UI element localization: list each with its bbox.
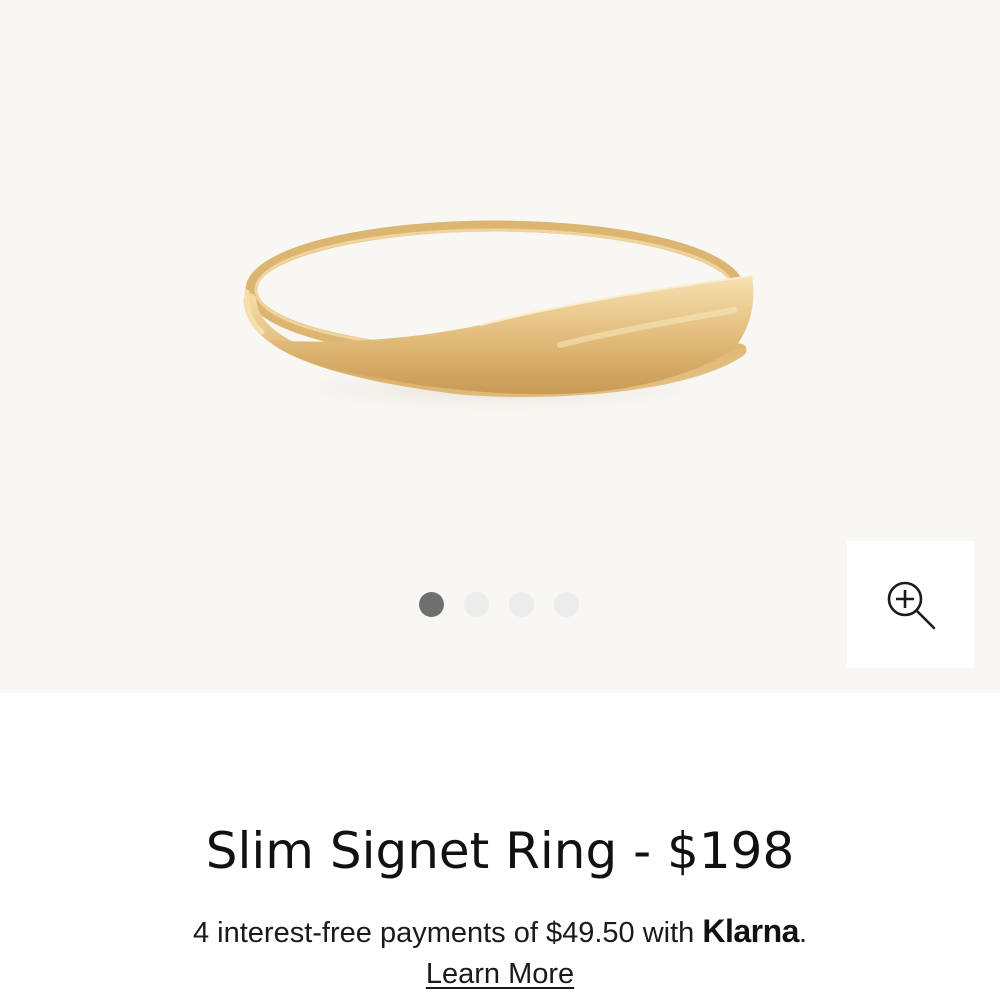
product-title: Slim Signet Ring - $198 bbox=[205, 822, 795, 880]
carousel-dot-2[interactable] bbox=[464, 592, 489, 617]
carousel-dots bbox=[419, 592, 579, 617]
payment-text-suffix: . bbox=[798, 917, 808, 949]
carousel-dot-3[interactable] bbox=[509, 592, 534, 617]
learn-more-link[interactable]: Learn More bbox=[426, 958, 574, 990]
carousel-dot-4[interactable] bbox=[554, 592, 579, 617]
product-info: Slim Signet Ring - $198 4 interest-free … bbox=[0, 693, 1000, 1000]
zoom-in-icon bbox=[887, 581, 935, 629]
klarna-logo: Klarna bbox=[702, 913, 799, 949]
product-page: Slim Signet Ring - $198 4 interest-free … bbox=[0, 0, 1000, 1000]
zoom-button[interactable] bbox=[847, 541, 974, 668]
payment-text: 4 interest-free payments of $49.50 with bbox=[192, 917, 703, 949]
product-image-gallery[interactable] bbox=[0, 0, 1000, 693]
klarna-payment-info: 4 interest-free payments of $49.50 with … bbox=[0, 912, 1000, 952]
carousel-dot-1[interactable] bbox=[419, 592, 444, 617]
